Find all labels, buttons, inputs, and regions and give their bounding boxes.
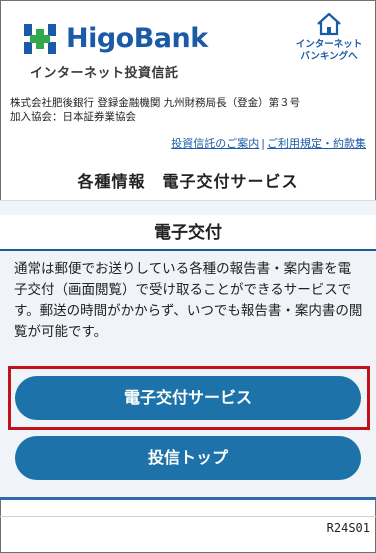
footer-separator bbox=[0, 516, 376, 517]
screen-id: R24S01 bbox=[326, 521, 370, 535]
investment-top-button[interactable]: 投信トップ bbox=[15, 436, 361, 480]
company-association: 加入協会：日本証券業協会 bbox=[10, 111, 136, 123]
e-delivery-service-button[interactable]: 電子交付サービス bbox=[15, 376, 361, 420]
internet-banking-label-line1: インターネット bbox=[295, 39, 363, 50]
section-heading: 電子交付 bbox=[0, 215, 376, 251]
link-separator: | bbox=[261, 137, 265, 150]
internet-banking-link[interactable]: インターネット バンキングへ bbox=[290, 12, 368, 63]
internet-banking-label-line2: バンキングへ bbox=[300, 51, 358, 62]
terms-link[interactable]: ご利用規定・約款集 bbox=[267, 137, 366, 150]
header-links: 投資信託のご案内 | ご利用規定・約款集 bbox=[171, 135, 366, 151]
fund-guide-link[interactable]: 投資信託のご案内 bbox=[171, 137, 259, 150]
company-registration: 株式会社肥後銀行 登録金融機関 九州財務局長（登金）第３号 bbox=[10, 97, 301, 109]
home-icon bbox=[317, 12, 341, 36]
footer-divider bbox=[0, 497, 376, 500]
header: HigoBank インターネット投資信託 インターネット バンキングへ bbox=[0, 0, 376, 88]
page-title: 各種情報 電子交付サービス bbox=[77, 172, 299, 191]
section-description: 通常は郵便でお送りしている各種の報告書・案内書を電子交付（画面閲覧）で受け取るこ… bbox=[14, 261, 363, 340]
company-info: 株式会社肥後銀行 登録金融機関 九州財務局長（登金）第３号 加入協会：日本証券業… bbox=[10, 96, 300, 124]
brand-name: HigoBank bbox=[66, 23, 208, 54]
brand-subtitle: インターネット投資信託 bbox=[30, 66, 179, 81]
higobank-logo-icon bbox=[24, 24, 56, 54]
